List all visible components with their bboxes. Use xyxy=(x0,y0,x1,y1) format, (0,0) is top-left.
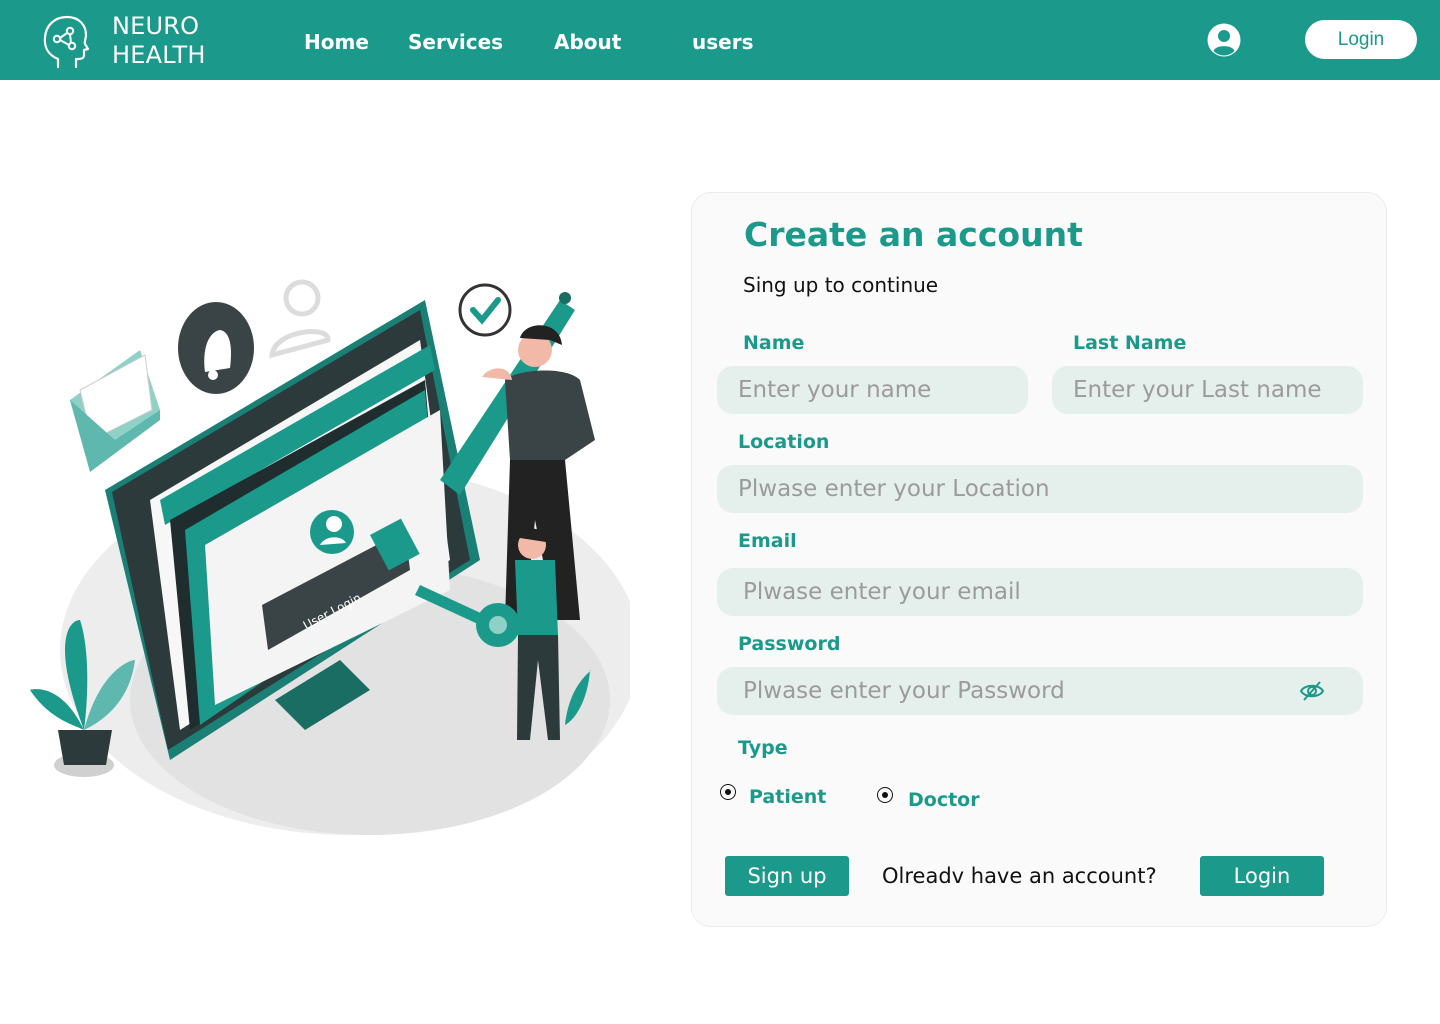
location-label: Location xyxy=(738,431,830,453)
name-field[interactable] xyxy=(717,366,1028,414)
radio-doctor[interactable] xyxy=(877,787,893,803)
logo[interactable]: NEURO HEALTH xyxy=(40,12,206,70)
nav-home[interactable]: Home xyxy=(304,30,369,54)
nav-services[interactable]: Services xyxy=(408,30,503,54)
signup-illustration: User Login xyxy=(30,279,630,835)
brain-head-icon xyxy=(43,15,90,69)
nav-users[interactable]: users xyxy=(692,30,753,54)
bell-icon xyxy=(178,302,254,394)
location-field[interactable] xyxy=(717,465,1363,513)
nav-about[interactable]: About xyxy=(554,30,621,54)
login-button[interactable]: Login xyxy=(1200,856,1324,896)
already-account-text: Olreadv have an account? xyxy=(882,864,1157,888)
signup-button[interactable]: Sign up xyxy=(725,856,849,896)
radio-patient-label: Patient xyxy=(749,786,827,808)
radio-patient[interactable] xyxy=(720,784,736,800)
email-field[interactable] xyxy=(717,568,1363,616)
signup-card: Create an account Sing up to continue Na… xyxy=(691,192,1387,927)
radio-doctor-label: Doctor xyxy=(908,789,980,811)
lastname-label: Last Name xyxy=(1073,332,1187,354)
type-label: Type xyxy=(738,737,788,759)
user-circle-icon[interactable] xyxy=(1207,23,1241,57)
page-subtitle: Sing up to continue xyxy=(743,273,939,297)
password-label: Password xyxy=(738,633,841,655)
password-field[interactable] xyxy=(717,667,1363,715)
email-label: Email xyxy=(738,530,797,552)
user-placeholder-icon xyxy=(269,279,331,359)
header-login-button[interactable]: Login xyxy=(1305,20,1417,59)
top-navbar: NEURO HEALTH Home Services About users L… xyxy=(0,0,1440,80)
page-title: Create an account xyxy=(744,215,1083,254)
checkmark-icon xyxy=(458,283,512,337)
envelope-icon xyxy=(70,350,160,472)
name-label: Name xyxy=(743,332,805,354)
lastname-field[interactable] xyxy=(1052,366,1363,414)
eye-off-icon[interactable] xyxy=(1299,680,1325,702)
brand-name: NEURO HEALTH xyxy=(112,12,206,69)
